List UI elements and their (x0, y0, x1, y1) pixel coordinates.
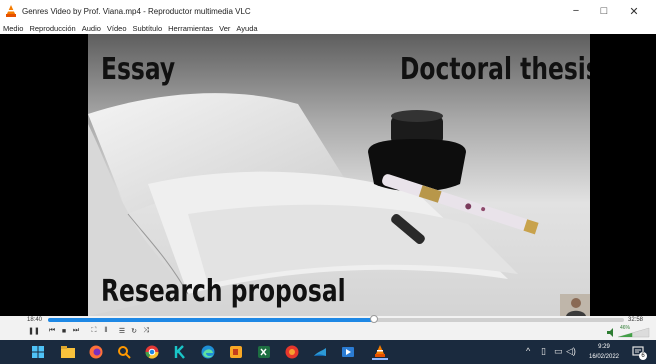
network-icon[interactable]: ▭ (554, 346, 563, 357)
vlc-taskbar-icon[interactable] (372, 344, 388, 360)
menu-video[interactable]: Vídeo (107, 24, 127, 33)
notification-center-button[interactable]: 6 (630, 344, 647, 360)
windows-start-icon[interactable] (30, 344, 46, 360)
video-area[interactable]: Essay Doctoral thesis Research proposal (0, 34, 656, 316)
menu-ver[interactable]: Ver (219, 24, 230, 33)
menu-ayuda[interactable]: Ayuda (236, 24, 257, 33)
tray-chevron-icon[interactable]: ^ (526, 346, 530, 356)
firefox-icon[interactable] (88, 344, 104, 360)
seek-bar[interactable] (48, 315, 624, 323)
volume-slider[interactable]: 46% (606, 325, 650, 338)
excel-icon[interactable] (256, 344, 272, 360)
close-button[interactable]: ✕ (620, 0, 648, 22)
total-time: 32:58 (628, 317, 644, 323)
caption-research-proposal: Research proposal (101, 274, 346, 309)
fullscreen-button[interactable]: ⛶ (88, 326, 100, 336)
loop-button[interactable]: ↻ (128, 326, 140, 336)
menu-subtitulo[interactable]: Subtítulo (133, 24, 163, 33)
menu-medio[interactable]: Medio (3, 24, 23, 33)
webcam-overlay (560, 294, 590, 316)
menu-reproduccion[interactable]: Reproducción (29, 24, 75, 33)
caption-doctoral-thesis: Doctoral thesis (400, 52, 590, 87)
word-icon[interactable] (284, 344, 300, 360)
search-icon[interactable] (116, 344, 132, 360)
current-time: 18:40 (27, 317, 43, 323)
taskbar-clock[interactable]: 9:29 16/02/2022 (584, 342, 624, 362)
powerpoint-icon[interactable] (228, 344, 244, 360)
clock-time: 9:29 (598, 344, 610, 350)
video-frame: Essay Doctoral thesis Research proposal (88, 34, 590, 316)
volume-percentage: 46% (620, 325, 631, 331)
stop-button[interactable]: ■ (58, 326, 70, 336)
volume-tray-icon[interactable]: ◁) (566, 346, 576, 357)
file-explorer-icon[interactable] (60, 344, 76, 360)
teams-icon[interactable] (312, 344, 328, 360)
extended-settings-button[interactable]: ⫴ (100, 326, 112, 336)
maximize-button[interactable]: □ (590, 0, 618, 22)
k-app-icon[interactable] (172, 344, 188, 360)
playlist-button[interactable]: ☰ (116, 326, 128, 336)
media-app-icon[interactable] (340, 344, 356, 360)
title-bar: Genres Video by Prof. Viana.mp4 - Reprod… (0, 0, 656, 22)
next-button[interactable]: ⏭ (70, 326, 82, 336)
chrome-icon[interactable] (144, 344, 160, 360)
minimize-button[interactable]: − (562, 0, 590, 22)
menu-herramientas[interactable]: Herramientas (168, 24, 213, 33)
playback-controls: 18:40 32:58 ❚❚ ⏮ ■ ⏭ ⛶ ⫴ ☰ ↻ ⤨ 46% (0, 315, 656, 340)
vlc-icon (4, 4, 18, 18)
menu-bar: Medio Reproducción Audio Vídeo Subtítulo… (0, 22, 656, 34)
seek-bar-fill (48, 318, 375, 322)
windows-taskbar: ^ ▯ ▭ ◁) 9:29 16/02/2022 6 (0, 340, 656, 364)
menu-audio[interactable]: Audio (82, 24, 101, 33)
battery-icon[interactable]: ▯ (541, 346, 546, 357)
window-title: Genres Video by Prof. Viana.mp4 - Reprod… (22, 6, 251, 16)
clock-date: 16/02/2022 (588, 354, 620, 360)
previous-button[interactable]: ⏮ (46, 326, 58, 336)
caption-essay: Essay (101, 52, 176, 87)
edge-icon[interactable] (200, 344, 216, 360)
pause-button[interactable]: ❚❚ (28, 326, 40, 336)
shuffle-button[interactable]: ⤨ (140, 326, 152, 336)
seek-bar-handle[interactable] (370, 315, 379, 323)
notification-badge: 6 (639, 352, 647, 360)
